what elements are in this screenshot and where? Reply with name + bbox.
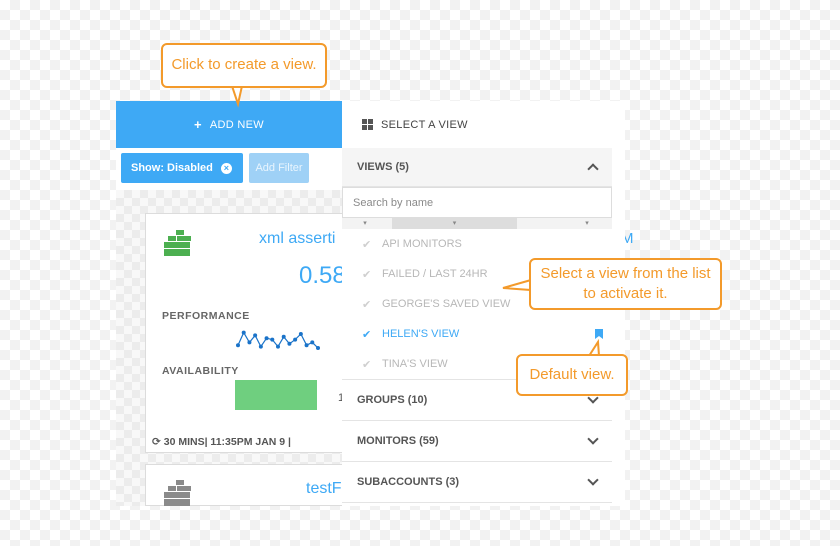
callout-create-view-text: Click to create a view. xyxy=(171,56,317,74)
callout-select-view-line2: to activate it. xyxy=(583,285,668,302)
callout-select-view-line1: Select a view from the list xyxy=(540,264,711,282)
callout-create-view: Click to create a view. xyxy=(161,43,327,88)
callout-select-view: Select a view from the list to activate … xyxy=(529,258,722,310)
callout-default-view-text: Default view. xyxy=(529,365,615,383)
callout-default-view: Default view. xyxy=(516,354,628,396)
